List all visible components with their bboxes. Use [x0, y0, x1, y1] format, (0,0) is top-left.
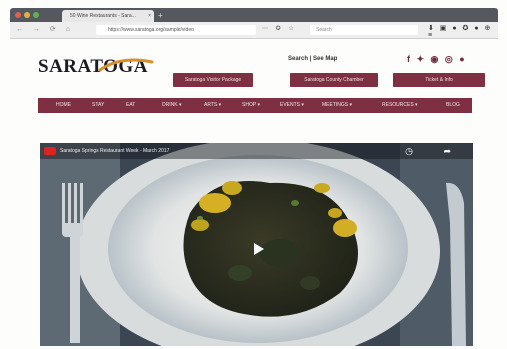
- nav-item-stay[interactable]: STAY: [92, 98, 104, 113]
- ticket-info-button[interactable]: Ticket & Info: [393, 73, 485, 87]
- window-maximize-icon[interactable]: [33, 12, 39, 18]
- video-title-bar: Saratoga Springs Restaurant Week - March…: [40, 143, 473, 159]
- social-icons[interactable]: f ✦ ◉ ◎ ●: [407, 54, 467, 65]
- nav-item-meetings[interactable]: MEETINGS ▾: [322, 98, 352, 113]
- window-minimize-icon[interactable]: [24, 12, 30, 18]
- search-placeholder: Search: [316, 27, 332, 33]
- nav-item-events[interactable]: EVENTS ▾: [280, 98, 304, 113]
- main-navigation: HOME STAY EAT DRINK ▾ ARTS ▾ SHOP ▾ EVEN…: [38, 98, 472, 113]
- youtube-logo-icon[interactable]: [44, 147, 56, 155]
- nav-item-shop[interactable]: SHOP ▾: [242, 98, 260, 113]
- tab-title: 50 Wine Restaurants - Sara...: [70, 13, 136, 19]
- browser-tab-bar: 50 Wine Restaurants - Sara... × +: [10, 8, 498, 22]
- watch-later-share-icons[interactable]: ◷ ➦: [405, 146, 465, 157]
- video-title[interactable]: Saratoga Springs Restaurant Week - March…: [60, 146, 169, 156]
- browser-tab[interactable]: 50 Wine Restaurants - Sara... ×: [62, 10, 154, 22]
- visitor-package-button[interactable]: Saratoga Visitor Package: [173, 73, 253, 87]
- address-bar[interactable]: https://www.saratoga.org/sample/video: [96, 25, 256, 35]
- window-close-icon[interactable]: [15, 12, 21, 18]
- nav-item-arts[interactable]: ARTS ▾: [204, 98, 221, 113]
- embedded-video[interactable]: Saratoga Springs Restaurant Week - March…: [40, 143, 473, 346]
- nav-item-blog[interactable]: BLOG: [446, 98, 460, 113]
- logo-swoosh-icon: [98, 58, 154, 72]
- page-actions-icons[interactable]: ⋯ ✪ ☆: [262, 25, 297, 32]
- url-text: https://www.saratoga.org/sample/video: [108, 27, 194, 33]
- nav-item-home[interactable]: HOME: [56, 98, 71, 113]
- nav-item-resources[interactable]: RESOURCES ▾: [382, 98, 418, 113]
- browser-toolbar: ← → ⟳ ⌂ https://www.saratoga.org/sample/…: [10, 22, 498, 39]
- browser-search-input[interactable]: Search: [310, 25, 418, 35]
- tab-close-icon[interactable]: ×: [148, 10, 151, 22]
- new-tab-icon[interactable]: +: [158, 10, 163, 21]
- nav-buttons[interactable]: ← → ⟳ ⌂: [16, 25, 74, 33]
- chamber-button[interactable]: Saratoga County Chamber: [290, 73, 378, 87]
- nav-item-eat[interactable]: EAT: [126, 98, 135, 113]
- video-frame-image: [40, 143, 473, 346]
- nav-item-drink[interactable]: DRINK ▾: [162, 98, 181, 113]
- extension-icons[interactable]: ⬇ ▣ ● ✪ ● ⊕ ≡: [428, 24, 498, 39]
- search-map-link[interactable]: Search | See Map: [288, 56, 337, 62]
